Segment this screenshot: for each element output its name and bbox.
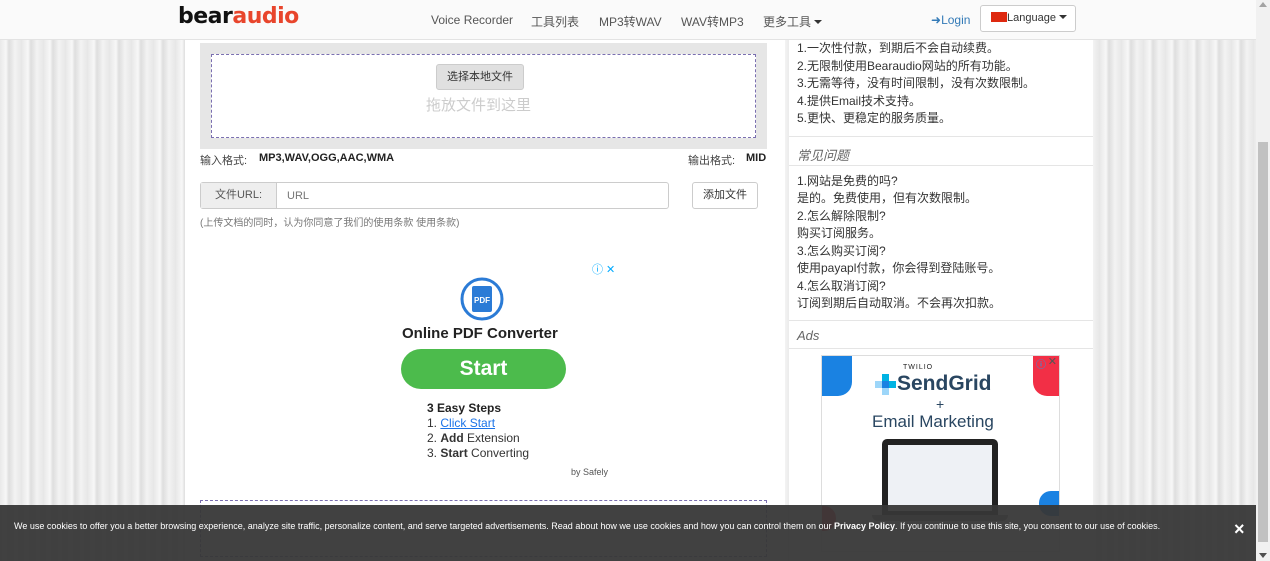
cookie-close-button[interactable]: × [1234, 519, 1245, 540]
ad-close-icon[interactable]: ✕ [1048, 356, 1057, 368]
url-input-group: 文件URL: [200, 182, 669, 209]
output-format-label: 输出格式: [688, 155, 736, 167]
chevron-down-icon [1058, 15, 1067, 19]
cookie-message: We use cookies to offer you a better bro… [14, 519, 1209, 533]
ads-title: Ads [797, 328, 820, 343]
faq-question: 1.网站是免费的吗? [797, 174, 898, 188]
faq-question: 3.怎么购买订阅? [797, 244, 886, 258]
nav-mp3-to-wav[interactable]: MP3转WAV [599, 13, 662, 30]
cookie-consent-bar: We use cookies to offer you a better bro… [0, 505, 1256, 561]
sg-ad-top: TWILIO [903, 364, 934, 371]
terms-note: (上传文档的同时，认为你同意了我们的使用条款 使用条款) [200, 218, 460, 229]
step-bold: Add [440, 431, 464, 445]
faq-question: 2.怎么解除限制? [797, 209, 886, 223]
decor-shape [822, 356, 852, 396]
ad-attribution: by Safely [571, 467, 609, 477]
ad-step-2: 2. Add Extension [427, 431, 520, 445]
faq-answer: 是的。免费使用，但有次数限制。 [797, 191, 978, 205]
privacy-policy-link[interactable]: Privacy Policy [834, 521, 895, 531]
divider [789, 136, 1093, 137]
language-label: Language [1007, 12, 1056, 24]
faq-title: 常见问题 [797, 148, 850, 163]
benefit-item: 2.无限制使用Bearaudio网站的所有功能。 [797, 59, 1018, 73]
input-format-values: MP3,WAV,OGG,AAC,WMA [259, 152, 395, 164]
pdf-icon: PDF [460, 277, 504, 321]
divider [789, 165, 1093, 166]
faq-question: 4.怎么取消订阅? [797, 279, 886, 293]
language-dropdown[interactable]: Language [980, 5, 1076, 32]
step-number: 1. [427, 416, 438, 430]
benefit-item: 4.提供Email技术支持。 [797, 94, 922, 108]
select-local-file-button[interactable]: 选择本地文件 [436, 64, 524, 90]
ad-steps-title: 3 Easy Steps [427, 401, 502, 415]
pdf-badge-text: PDF [474, 296, 490, 305]
cookie-text-after: . If you continue to use this site, you … [895, 521, 1161, 531]
ad-click-start-link[interactable]: Click Start [440, 416, 495, 430]
benefit-item: 1.一次性付款，到期后不会自动续费。 [797, 41, 1000, 55]
sg-plus: + [936, 396, 945, 412]
navbar: bearaudio Voice Recorder 工具列表 MP3转WAV WA… [0, 0, 1256, 40]
sg-brand: SendGrid [897, 372, 992, 395]
nav-more-tools-label: 更多工具 [763, 15, 812, 29]
chevron-down-icon [814, 20, 823, 24]
sign-in-icon: ➜ [931, 13, 942, 27]
output-format-value: MID [746, 152, 767, 164]
step-bold: Start [440, 446, 468, 460]
sendgrid-logo-icon [875, 374, 896, 395]
scroll-up-arrow-icon[interactable] [1259, 2, 1267, 7]
faq-answer: 购买订阅服务。 [797, 226, 882, 240]
file-url-addon: 文件URL: [201, 183, 277, 208]
benefit-item: 3.无需等待，没有时间限制，没有次数限制。 [797, 76, 1036, 90]
login-link[interactable]: ➜Login [931, 13, 970, 27]
laptop-screen [888, 445, 992, 511]
scrollbar-thumb[interactable] [1258, 142, 1268, 542]
nav-wav-to-mp3[interactable]: WAV转MP3 [681, 13, 744, 30]
step-number: 3. [427, 446, 438, 460]
benefit-item: 5.更快、更稳定的服务质量。 [797, 111, 952, 125]
bearaudio-logo[interactable]: bearaudio [178, 4, 299, 29]
faq-answer: 使用payapl付款，你会得到登陆账号。 [797, 261, 1001, 275]
input-format-label: 输入格式: [200, 155, 248, 167]
scroll-down-arrow-icon[interactable] [1259, 553, 1267, 558]
china-flag-icon [991, 12, 1007, 22]
ad-step-3: 3. Start Converting [427, 446, 529, 460]
faq-answer: 订阅到期后自动取消。不会再次扣款。 [797, 296, 1002, 310]
divider [789, 320, 1093, 321]
nav-voice-recorder[interactable]: Voice Recorder [431, 13, 513, 27]
url-input[interactable] [278, 183, 668, 208]
step-number: 2. [427, 431, 438, 445]
step-rest: Converting [471, 446, 530, 460]
cookie-text-before: We use cookies to offer you a better bro… [14, 521, 834, 531]
divider [789, 348, 1093, 349]
login-label: Login [941, 13, 971, 27]
ad-info-icon[interactable]: ⓘ [1036, 356, 1046, 371]
ad-start-button[interactable]: Start [401, 349, 566, 389]
ad-step-1: 1. Click Start [427, 416, 495, 430]
ad-choices-icon[interactable]: ⓘ ✕ [592, 261, 615, 277]
nav-more-tools[interactable]: 更多工具 [763, 13, 823, 30]
nav-tool-list[interactable]: 工具列表 [531, 13, 579, 30]
step-rest: Extension [467, 431, 520, 445]
add-file-button[interactable]: 添加文件 [692, 182, 758, 209]
ad-heading: Online PDF Converter [402, 325, 558, 342]
logo-part-audio: audio [232, 4, 299, 29]
logo-part-bear: bear [178, 4, 233, 29]
sg-product: Email Marketing [872, 412, 994, 431]
drop-zone-hint: 拖放文件到这里 [426, 97, 532, 114]
